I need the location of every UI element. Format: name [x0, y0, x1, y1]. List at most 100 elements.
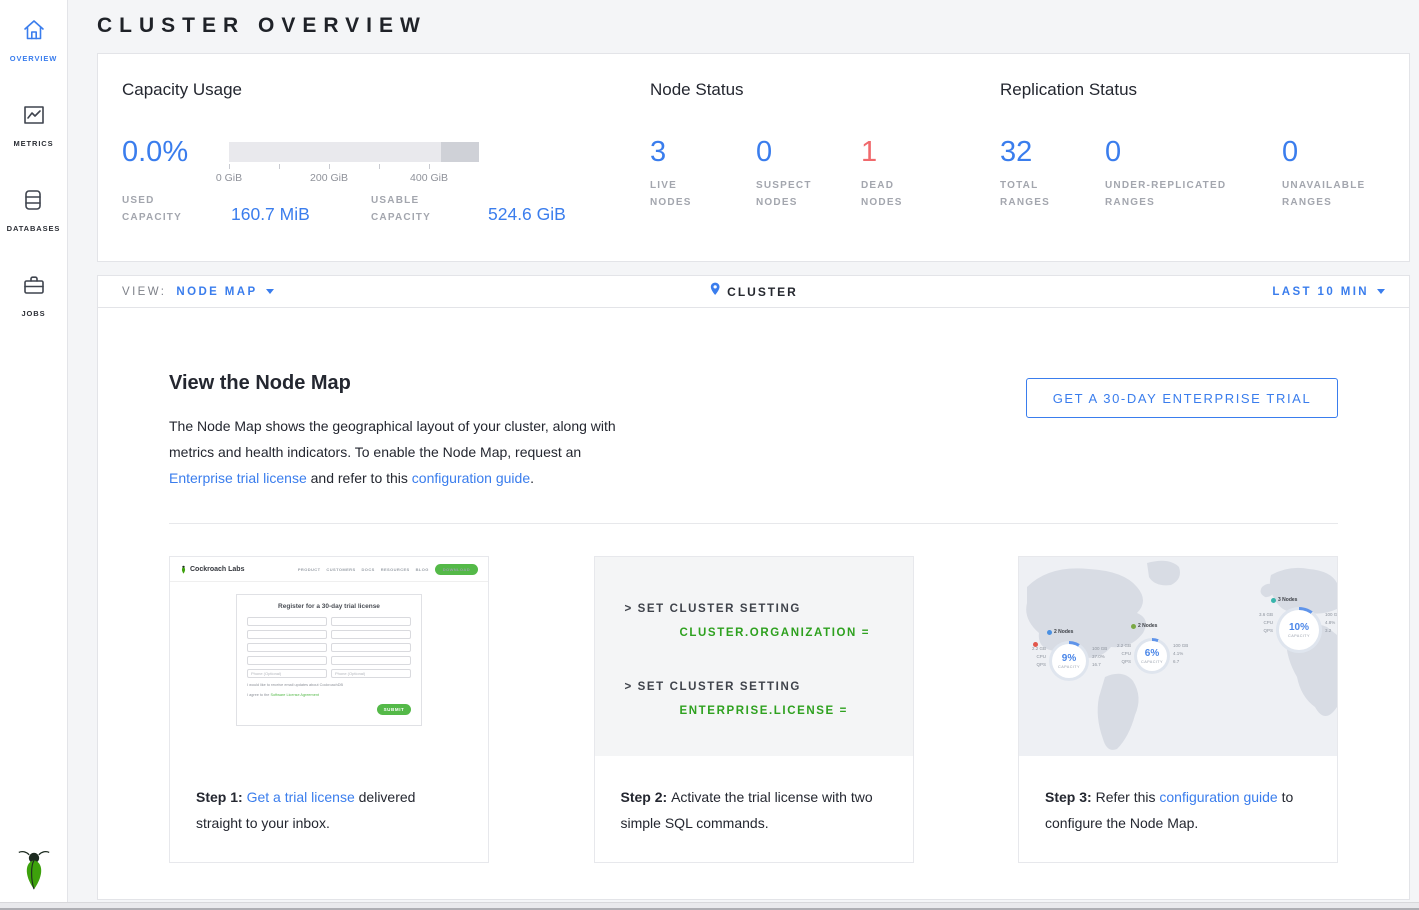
step1-card: Cockroach Labs PRODUCT CUSTOMERS DOCS RE… [169, 556, 489, 863]
step1-caption: Step 1: Get a trial license delivered st… [170, 756, 488, 836]
sidebar-item-metrics[interactable]: METRICS [13, 103, 53, 148]
capacity-axis: 0 GiB 200 GiB 400 GiB [229, 162, 479, 190]
under-replicated-value: 0 [1105, 136, 1226, 169]
capacity-usage-title: Capacity Usage [122, 80, 632, 100]
step3-card: 2 Nodes 2 Nodes 3 Nodes 9% CAPACITY [1018, 556, 1338, 863]
cluster-breadcrumb-label: CLUSTER [727, 285, 798, 299]
step2-caption: Step 2: Activate the trial license with … [595, 756, 913, 836]
node-dot-icon [1271, 598, 1276, 603]
replication-status-title: Replication Status [1000, 80, 1400, 100]
unavailable-ranges-label: UNAVAILABLERANGES [1282, 177, 1365, 211]
suspect-nodes-label: SUSPECTNODES [756, 177, 812, 211]
node-status-title: Node Status [650, 80, 980, 100]
axis-tick-label: 200 GiB [310, 172, 348, 184]
time-range-selector[interactable]: LAST 10 MIN [1272, 286, 1385, 298]
enterprise-trial-button[interactable]: GET A 30-DAY ENTERPRISE TRIAL [1026, 378, 1338, 418]
live-nodes-stat: 3 LIVENODES [650, 136, 692, 211]
main-content: CLUSTER OVERVIEW Capacity Usage 0.0% 0 G… [68, 0, 1419, 910]
capacity-usage-section: Capacity Usage 0.0% 0 GiB 200 GiB 400 Gi… [122, 80, 632, 100]
unavailable-ranges-value: 0 [1282, 136, 1365, 169]
dead-nodes-label: DEADNODES [861, 177, 903, 211]
unavailable-ranges-stat: 0 UNAVAILABLERANGES [1282, 136, 1365, 211]
caret-down-icon [1377, 289, 1385, 294]
step3-map-preview: 2 Nodes 2 Nodes 3 Nodes 9% CAPACITY [1019, 557, 1337, 756]
view-label: VIEW: [122, 286, 166, 298]
live-nodes-label: LIVENODES [650, 177, 692, 211]
mini-download-button: DOWNLOAD [435, 564, 478, 575]
capacity-gauge: 10% CAPACITY 3.6 GBCPUQPS 100 GB4.8%3.2 [1276, 607, 1322, 653]
view-bar: VIEW: NODE MAP CLUSTER LAST 10 MIN [97, 275, 1410, 308]
locality-label: 3 Nodes [1271, 597, 1297, 603]
node-dot-icon [1131, 624, 1136, 629]
sidebar-item-label: METRICS [13, 139, 53, 148]
sidebar-item-overview[interactable]: OVERVIEW [10, 18, 58, 63]
breadcrumb: CLUSTER [709, 282, 798, 301]
capacity-gauge: 6% CAPACITY 2.2 GBCPUQPS 100 GB4.1%6.7 [1134, 638, 1170, 674]
sidebar-item-label: JOBS [21, 309, 45, 318]
suspect-nodes-value: 0 [756, 136, 812, 169]
page-title: CLUSTER OVERVIEW [97, 14, 1410, 38]
under-replicated-stat: 0 UNDER-REPLICATEDRANGES [1105, 136, 1226, 211]
location-pin-icon [709, 282, 720, 301]
capacity-bar [229, 142, 479, 162]
step1-preview-image: Cockroach Labs PRODUCT CUSTOMERS DOCS RE… [170, 557, 488, 756]
capacity-bar-segment [441, 142, 479, 162]
enterprise-trial-license-link[interactable]: Enterprise trial license [169, 470, 307, 486]
divider [169, 523, 1338, 524]
usable-capacity-value: 524.6 GiB [488, 204, 566, 225]
code-line: CLUSTER.ORGANIZATION = [625, 621, 913, 645]
node-map-description: The Node Map shows the geographical layo… [169, 413, 643, 491]
configuration-guide-link[interactable]: configuration guide [412, 470, 530, 486]
sidebar-item-label: OVERVIEW [10, 54, 58, 63]
get-trial-license-link[interactable]: Get a trial license [247, 789, 355, 805]
mini-nav: PRODUCT CUSTOMERS DOCS RESOURCES BLOG DO… [298, 564, 478, 575]
step2-card: > SET CLUSTER SETTING CLUSTER.ORGANIZATI… [594, 556, 914, 863]
axis-tick-label: 400 GiB [410, 172, 448, 184]
window-bottom-edge [0, 902, 1419, 910]
axis-tick-label: 0 GiB [216, 172, 242, 184]
sidebar: OVERVIEW METRICS DATABASES JOBS [0, 0, 68, 910]
node-status-section: Node Status 3 LIVENODES 0 SUSPECTNODES 1… [650, 80, 980, 100]
locality-label: 2 Nodes [1131, 623, 1157, 629]
total-ranges-value: 32 [1000, 136, 1050, 169]
capacity-values: USEDCAPACITY 160.7 MiB USABLECAPACITY 52… [122, 192, 602, 232]
cluster-summary-panel: Capacity Usage 0.0% 0 GiB 200 GiB 400 Gi… [97, 53, 1410, 262]
usable-capacity-label: USABLECAPACITY [371, 192, 431, 226]
dead-nodes-value: 1 [861, 136, 903, 169]
code-line: ENTERPRISE.LICENSE = [625, 699, 913, 723]
used-capacity-label: USEDCAPACITY [122, 192, 182, 226]
jobs-icon [22, 273, 46, 302]
step2-code-block: > SET CLUSTER SETTING CLUSTER.ORGANIZATI… [595, 557, 913, 756]
sidebar-item-jobs[interactable]: JOBS [21, 273, 45, 318]
view-selector[interactable]: NODE MAP [176, 286, 273, 298]
code-line: > SET CLUSTER SETTING [625, 675, 913, 699]
code-line: > SET CLUSTER SETTING [625, 597, 913, 621]
home-icon [22, 18, 46, 47]
capacity-percent: 0.0% [122, 136, 188, 169]
node-map-panel: View the Node Map GET A 30-DAY ENTERPRIS… [97, 308, 1410, 900]
mini-brand: Cockroach Labs [180, 565, 244, 574]
locality-label: 2 Nodes [1047, 629, 1073, 635]
used-capacity-value: 160.7 MiB [231, 204, 310, 225]
mini-submit-button: SUBMIT [377, 704, 411, 715]
sidebar-item-label: DATABASES [7, 224, 61, 233]
suspect-nodes-stat: 0 SUSPECTNODES [756, 136, 812, 211]
configuration-guide-link[interactable]: configuration guide [1159, 789, 1277, 805]
steps-row: Cockroach Labs PRODUCT CUSTOMERS DOCS RE… [169, 556, 1338, 863]
under-replicated-label: UNDER-REPLICATEDRANGES [1105, 177, 1226, 211]
caret-down-icon [266, 289, 274, 294]
cockroach-logo-icon [18, 849, 50, 896]
node-dot-icon [1033, 642, 1038, 647]
node-dot-icon [1047, 630, 1052, 635]
replication-status-section: Replication Status 32 TOTALRANGES 0 UNDE… [1000, 80, 1400, 100]
metrics-icon [22, 103, 46, 132]
total-ranges-label: TOTALRANGES [1000, 177, 1050, 211]
databases-icon [21, 188, 45, 217]
step3-caption: Step 3: Refer this configuration guide t… [1019, 756, 1337, 836]
sidebar-item-databases[interactable]: DATABASES [7, 188, 61, 233]
total-ranges-stat: 32 TOTALRANGES [1000, 136, 1050, 211]
capacity-gauge: 9% CAPACITY 2.2 GBCPUQPS 100 GB37.0%16.7 [1049, 641, 1089, 681]
live-nodes-value: 3 [650, 136, 692, 169]
mini-registration-form: Register for a 30-day trial license Phon… [236, 594, 422, 726]
dead-nodes-stat: 1 DEADNODES [861, 136, 903, 211]
